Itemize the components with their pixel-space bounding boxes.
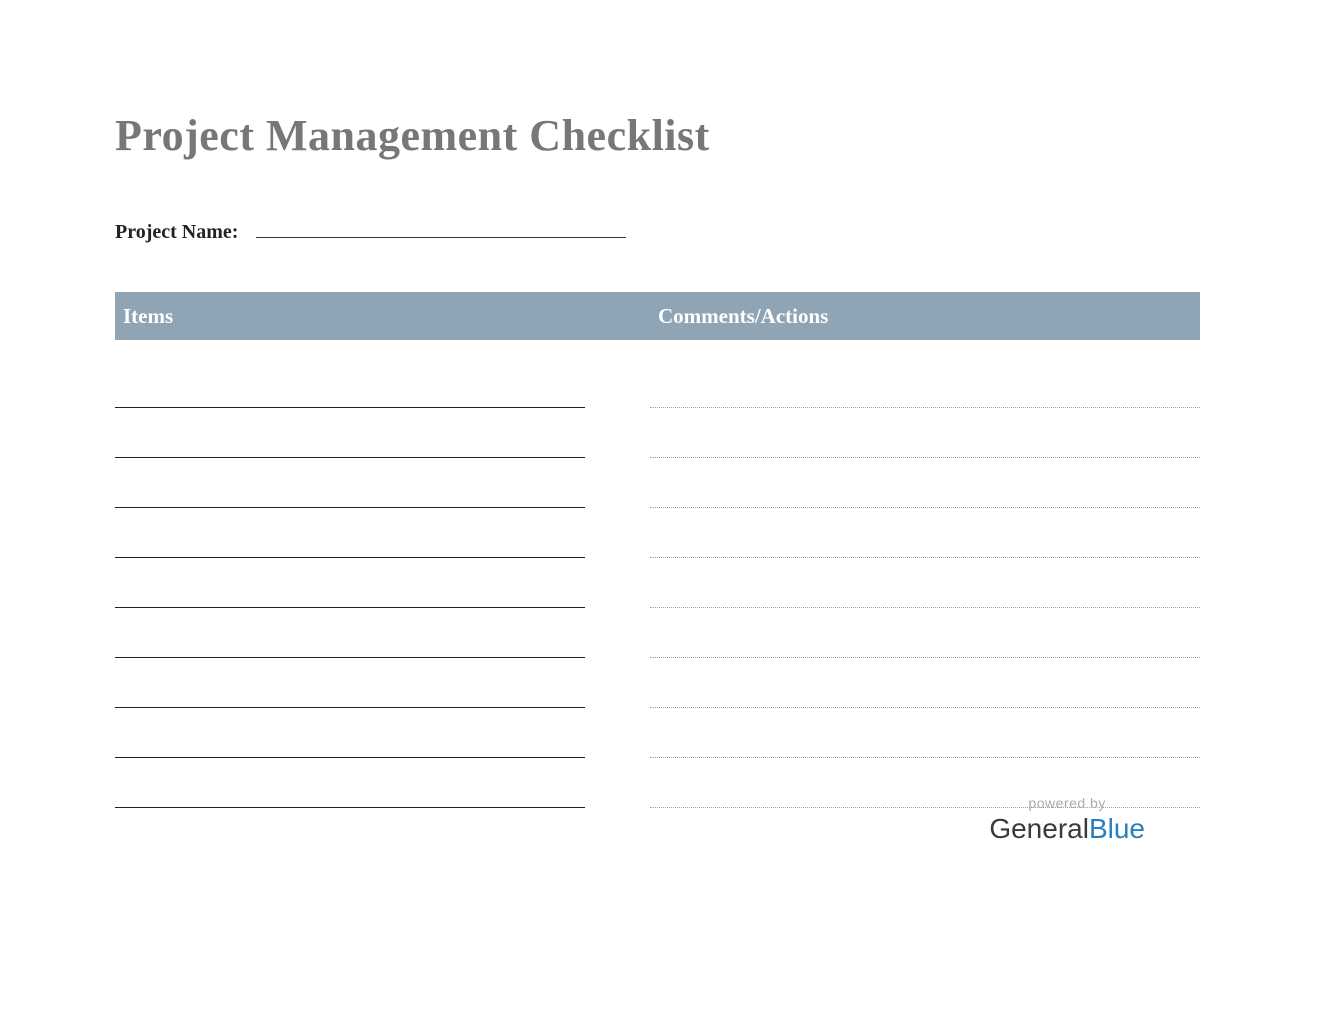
item-input-line[interactable] — [115, 657, 585, 658]
item-input-line[interactable] — [115, 407, 585, 408]
project-name-label: Project Name: — [115, 221, 238, 244]
column-header-items: Items — [115, 304, 585, 329]
table-row — [115, 360, 1200, 410]
project-name-field[interactable]: Project Name: — [115, 221, 1200, 244]
table-row — [115, 410, 1200, 460]
comment-input-line[interactable] — [650, 757, 1200, 758]
comment-input-line[interactable] — [650, 607, 1200, 608]
footer-branding: powered by GeneralBlue — [989, 795, 1145, 845]
item-input-line[interactable] — [115, 757, 585, 758]
column-header-comments: Comments/Actions — [650, 304, 1200, 329]
item-input-line[interactable] — [115, 707, 585, 708]
comment-input-line[interactable] — [650, 707, 1200, 708]
comment-input-line[interactable] — [650, 507, 1200, 508]
document-page: Project Management Checklist Project Nam… — [0, 0, 1320, 810]
table-row — [115, 460, 1200, 510]
table-row — [115, 510, 1200, 560]
comment-input-line[interactable] — [650, 557, 1200, 558]
powered-by-label: powered by — [989, 795, 1145, 811]
page-title: Project Management Checklist — [115, 110, 1200, 161]
comment-input-line[interactable] — [650, 457, 1200, 458]
item-input-line[interactable] — [115, 507, 585, 508]
brand-logo: GeneralBlue — [989, 813, 1145, 845]
item-input-line[interactable] — [115, 807, 585, 808]
brand-part-1: General — [989, 813, 1089, 844]
table-row — [115, 560, 1200, 610]
item-input-line[interactable] — [115, 457, 585, 458]
table-body — [115, 360, 1200, 810]
comment-input-line[interactable] — [650, 657, 1200, 658]
item-input-line[interactable] — [115, 607, 585, 608]
comment-input-line[interactable] — [650, 407, 1200, 408]
brand-part-2: Blue — [1089, 813, 1145, 844]
table-row — [115, 710, 1200, 760]
table-row — [115, 660, 1200, 710]
table-row — [115, 610, 1200, 660]
table-header-row: Items Comments/Actions — [115, 292, 1200, 340]
item-input-line[interactable] — [115, 557, 585, 558]
project-name-input-line[interactable] — [256, 237, 626, 238]
